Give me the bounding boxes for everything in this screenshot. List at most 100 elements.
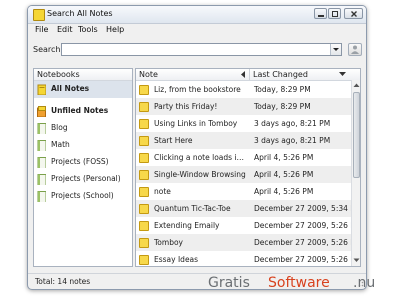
note-row[interactable]: Quantum Tic-Tac-Toe December 27 2009, 5:… <box>136 200 360 217</box>
menu-help[interactable]: Help <box>106 25 124 34</box>
note-title: Essay Ideas <box>154 255 199 264</box>
clear-search-button[interactable] <box>348 43 362 56</box>
sort-down-arrow-icon <box>339 72 346 76</box>
note-last-changed: 3 days ago, 8:21 PM <box>254 136 331 145</box>
notebook-item-blog[interactable]: Blog <box>34 120 132 137</box>
note-title: Liz, from the bookstore <box>154 85 241 94</box>
note-icon <box>139 204 149 214</box>
menu-file[interactable]: File <box>35 25 48 34</box>
note-title: Single-Window Browsing <box>154 170 246 179</box>
search-label: Search: <box>33 45 64 54</box>
note-last-changed: Today, 8:29 PM <box>254 102 311 111</box>
title-bar: Search All Notes <box>28 6 366 24</box>
tomboy-app-icon <box>33 9 45 21</box>
maximize-button[interactable] <box>328 8 341 19</box>
scroll-up-arrow-icon[interactable] <box>352 81 361 90</box>
note-title: Start Here <box>154 136 193 145</box>
search-all-notes-window: Search All Notes File Edit Tools Help Se… <box>27 5 367 290</box>
note-last-changed: December 27 2009, 5:26 PM <box>254 255 361 264</box>
note-last-changed: April 4, 5:26 PM <box>254 153 314 162</box>
note-icon <box>139 119 149 129</box>
notebook-icon <box>37 174 46 185</box>
watermark-gratis: Gratis <box>208 275 250 291</box>
note-icon <box>139 238 149 248</box>
note-icon <box>139 153 149 163</box>
notebook-item-projects-school[interactable]: Projects (School) <box>34 188 132 205</box>
note-last-changed: April 4, 5:26 PM <box>254 170 314 179</box>
note-title: note <box>154 187 171 196</box>
note-icon <box>139 102 149 112</box>
sort-left-arrow-icon <box>241 71 245 78</box>
note-icon <box>139 136 149 146</box>
notebook-label: Blog <box>51 123 68 132</box>
close-button[interactable] <box>344 8 363 19</box>
note-row[interactable]: note April 4, 5:26 PM <box>136 183 351 200</box>
window-title: Search All Notes <box>47 9 113 18</box>
search-row: Search: <box>28 42 366 58</box>
note-last-changed: December 27 2009, 5:26 PM <box>254 221 361 230</box>
notes-list-pane: Note Last Changed Liz, from the bookstor… <box>135 68 361 267</box>
scroll-down-arrow-icon[interactable] <box>352 256 361 265</box>
note-title: Using Links in Tomboy <box>154 119 238 128</box>
notebook-icon <box>37 123 46 134</box>
notebook-label: Projects (Personal) <box>51 174 121 183</box>
notebook-label: Unfiled Notes <box>51 106 109 115</box>
note-title: Quantum Tic-Tac-Toe <box>154 204 231 213</box>
notebook-item-projects-foss[interactable]: Projects (FOSS) <box>34 154 132 171</box>
note-title: Extending Emaily <box>154 221 220 230</box>
menu-bar: File Edit Tools Help <box>28 25 366 36</box>
column-header-last-changed-label: Last Changed <box>253 70 308 79</box>
notebook-label: Projects (School) <box>51 191 114 200</box>
note-row[interactable]: Essay Ideas December 27 2009, 5:26 PM <box>136 251 360 266</box>
menu-edit[interactable]: Edit <box>57 25 73 34</box>
notebook-icon <box>37 140 46 151</box>
note-row[interactable]: Party this Friday! Today, 8:29 PM <box>136 98 351 115</box>
minimize-button[interactable] <box>314 8 327 19</box>
user-icon <box>351 45 359 54</box>
note-row[interactable]: Using Links in Tomboy 3 days ago, 8:21 P… <box>136 115 351 132</box>
notebook-item-unfiled-notes[interactable]: Unfiled Notes <box>34 103 132 120</box>
note-last-changed: December 27 2009, 5:26 PM <box>254 238 361 247</box>
all-notes-icon <box>37 84 46 95</box>
search-dropdown-button[interactable] <box>330 44 341 55</box>
note-title: Party this Friday! <box>154 102 218 111</box>
notebooks-header[interactable]: Notebooks <box>34 69 132 81</box>
note-title: Clicking a note loads in sa... <box>154 153 248 162</box>
note-row[interactable]: Liz, from the bookstore Today, 8:29 PM <box>136 81 351 98</box>
notebooks-pane: Notebooks All Notes Unfiled Notes Blog M… <box>33 68 133 267</box>
notes-vertical-scrollbar[interactable] <box>351 80 361 266</box>
note-last-changed: December 27 2009, 5:34 PM <box>254 204 361 213</box>
menu-tools[interactable]: Tools <box>78 25 98 34</box>
note-icon <box>139 85 149 95</box>
note-icon <box>139 170 149 180</box>
unfiled-notes-icon <box>37 106 46 117</box>
notebook-item-projects-personal[interactable]: Projects (Personal) <box>34 171 132 188</box>
note-icon <box>139 255 149 265</box>
column-header-note-label: Note <box>139 70 158 79</box>
notebook-label: Projects (FOSS) <box>51 157 109 166</box>
note-row[interactable]: Tomboy December 27 2009, 5:26 PM <box>136 234 360 251</box>
notes-list-header: Note Last Changed <box>136 69 360 81</box>
scrollbar-thumb[interactable] <box>353 92 360 178</box>
note-last-changed: 3 days ago, 8:21 PM <box>254 119 331 128</box>
search-input[interactable] <box>61 43 342 56</box>
note-icon <box>139 187 149 197</box>
column-header-last-changed[interactable]: Last Changed <box>250 69 351 80</box>
notebook-item-all-notes[interactable]: All Notes <box>34 81 132 98</box>
column-header-note[interactable]: Note <box>136 69 250 80</box>
notebook-icon <box>37 157 46 168</box>
notebook-label: All Notes <box>51 84 90 93</box>
note-last-changed: Today, 8:29 PM <box>254 85 311 94</box>
notebooks-header-label: Notebooks <box>37 70 80 79</box>
note-row[interactable]: Clicking a note loads in sa... April 4, … <box>136 149 351 166</box>
note-row[interactable]: Start Here 3 days ago, 8:21 PM <box>136 132 351 149</box>
note-row[interactable]: Extending Emaily December 27 2009, 5:26 … <box>136 217 360 234</box>
watermark-nu: .nu <box>353 275 376 291</box>
notebook-icon <box>37 191 46 202</box>
watermark: Gratis Software .nu <box>0 273 400 297</box>
notebook-label: Math <box>51 140 70 149</box>
note-icon <box>139 221 149 231</box>
note-row[interactable]: Single-Window Browsing April 4, 5:26 PM <box>136 166 351 183</box>
notebook-item-math[interactable]: Math <box>34 137 132 154</box>
watermark-software: Software <box>268 275 330 291</box>
